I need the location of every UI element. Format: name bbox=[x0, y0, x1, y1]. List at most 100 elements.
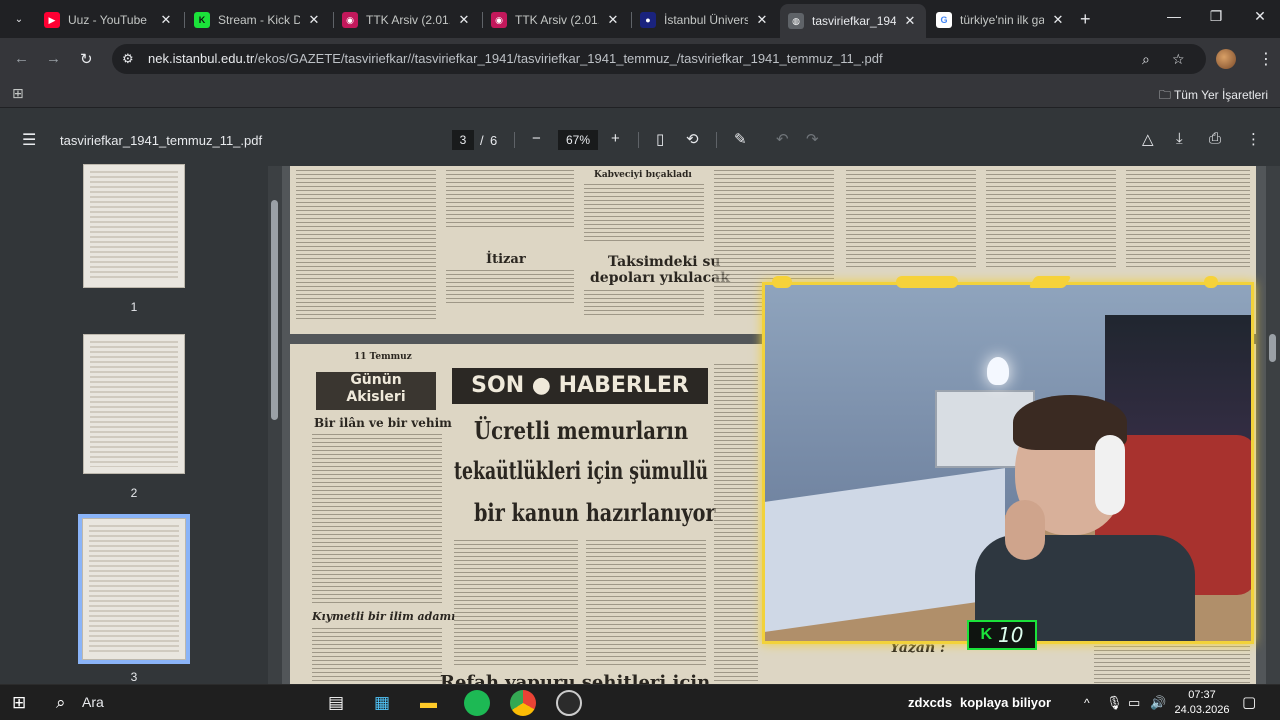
close-icon: ✕ bbox=[1254, 8, 1266, 24]
chevron-down-icon: ⌄ bbox=[14, 13, 24, 25]
tab-istanbul-universitesi[interactable]: ● İstanbul Üniversi ✕ bbox=[632, 6, 778, 34]
taskbar-search-label[interactable]: Ara bbox=[82, 694, 104, 710]
url-text[interactable]: nek.istanbul.edu.tr/ekos/GAZETE/tasvirie… bbox=[148, 51, 883, 66]
tab-youtube[interactable]: ▶ Uuz - YouTube ✕ bbox=[36, 6, 182, 34]
thumbnail-label: 2 bbox=[130, 486, 138, 500]
notifications-icon[interactable]: ▢ bbox=[1242, 693, 1256, 711]
windows-taskbar: ⊞ ⌕ Ara ▤ ▦ ▬ zdxcds koplaya biliyor ^ 🎙… bbox=[0, 684, 1280, 720]
annotate-button[interactable]: ✎ bbox=[734, 130, 747, 148]
fit-page-button[interactable]: ▯ bbox=[656, 130, 664, 148]
apps-grid-icon[interactable]: ⊞ bbox=[12, 85, 24, 102]
maximize-button[interactable]: ❐ bbox=[1206, 8, 1226, 25]
minimize-button[interactable]: — bbox=[1164, 8, 1184, 24]
zoom-in-button[interactable]: + bbox=[611, 130, 620, 147]
viewer-scrollbar[interactable] bbox=[1266, 166, 1280, 684]
url-host: nek.istanbul.edu.tr bbox=[148, 51, 255, 66]
print-button[interactable]: ⎙ bbox=[1209, 130, 1221, 147]
newspaper-headline: Kıymetli bir ilim adamı bbox=[312, 610, 456, 623]
newspaper-headline: Taksimdeki su bbox=[608, 254, 721, 270]
ttk-icon: ◉ bbox=[342, 12, 358, 28]
spotify-icon[interactable] bbox=[464, 690, 490, 716]
rotate-button[interactable]: ⟲ bbox=[686, 130, 699, 148]
menu-icon: ☰ bbox=[22, 132, 37, 149]
arrow-right-icon: → bbox=[46, 50, 61, 67]
tab-title: TTK Arsiv (2.01.0 bbox=[515, 13, 599, 27]
task-view-icon[interactable]: ▤ bbox=[328, 693, 344, 713]
zoom-out-button[interactable]: − bbox=[532, 130, 541, 147]
tab-title: TTK Arsiv (2.01.0 bbox=[366, 13, 450, 27]
redo-button[interactable]: ↷ bbox=[806, 130, 819, 148]
forward-button[interactable]: → bbox=[46, 50, 61, 67]
main-headline-line-3: bir kanun hazırlanıyor bbox=[474, 498, 716, 527]
kick-icon: K bbox=[194, 12, 210, 28]
viewer-scrollbar-thumb[interactable] bbox=[1269, 334, 1276, 362]
tab-turkiye-ilk-gazete[interactable]: G türkiye'nin ilk ga ✕ bbox=[928, 6, 1074, 34]
main-headline-line-1: Ücretli memurların bbox=[474, 416, 689, 445]
close-icon[interactable]: ✕ bbox=[158, 12, 174, 28]
close-icon[interactable]: ✕ bbox=[1050, 12, 1066, 28]
page-total: 6 bbox=[490, 133, 498, 148]
search-icon[interactable]: ⌕ bbox=[56, 693, 66, 713]
sidebar-scrollbar-thumb[interactable] bbox=[271, 200, 278, 420]
tab-ttk-arsiv-1[interactable]: ◉ TTK Arsiv (2.01.0 ✕ bbox=[334, 6, 480, 34]
overlay-decoration bbox=[772, 276, 792, 288]
clock-date: 24.03.2026 bbox=[1174, 704, 1230, 716]
chrome-icon[interactable] bbox=[510, 690, 536, 716]
bookmark-star-icon[interactable]: ☆ bbox=[1172, 51, 1185, 68]
newspaper-headline: depoları yıkılacak bbox=[590, 270, 730, 286]
close-icon[interactable]: ✕ bbox=[456, 12, 472, 28]
undo-button[interactable]: ↶ bbox=[776, 130, 789, 148]
close-icon[interactable]: ✕ bbox=[902, 13, 918, 29]
minimize-icon: — bbox=[1167, 8, 1181, 24]
zoom-input[interactable]: 67% bbox=[558, 130, 598, 150]
page-thumbnail-2[interactable] bbox=[83, 334, 185, 474]
son-haberler-banner: SON ● HABERLER bbox=[452, 368, 708, 404]
all-bookmarks-button[interactable]: 🗀 Tüm Yer İşaretleri bbox=[1159, 86, 1268, 107]
webcam-overlay bbox=[762, 282, 1254, 644]
drive-icon: △ bbox=[1142, 131, 1154, 148]
tab-tasviriefkar[interactable]: ◍ tasviriefkar_1941 ✕ bbox=[780, 4, 926, 38]
overlay-decoration bbox=[1204, 276, 1218, 288]
file-explorer-icon[interactable]: ▬ bbox=[420, 693, 437, 713]
close-window-button[interactable]: ✕ bbox=[1250, 8, 1270, 25]
close-icon[interactable]: ✕ bbox=[605, 12, 621, 28]
taskbar-clock[interactable]: 07:37 24.03.2026 bbox=[1172, 688, 1232, 718]
newspaper-headline: İtizar bbox=[486, 252, 526, 267]
address-bar[interactable]: ⚙ nek.istanbul.edu.tr/ekos/GAZETE/tasvir… bbox=[112, 44, 1206, 74]
reload-button[interactable]: ↻ bbox=[80, 50, 93, 68]
zoom-icon[interactable]: ⌕ bbox=[1142, 51, 1150, 68]
pdf-more-button[interactable]: ⋮ bbox=[1246, 130, 1261, 148]
show-hidden-icons-button[interactable]: ^ bbox=[1084, 696, 1090, 710]
site-info-icon[interactable]: ⚙ bbox=[122, 51, 134, 67]
tray-status-text: koplaya biliyor bbox=[960, 695, 1052, 710]
new-tab-button[interactable]: + bbox=[1080, 9, 1091, 30]
microphone-icon[interactable]: 🎙 bbox=[1106, 695, 1123, 711]
download-button[interactable]: ⤓ bbox=[1176, 130, 1183, 147]
profile-avatar[interactable] bbox=[1216, 49, 1236, 69]
column-subtitle: Akisleri bbox=[346, 389, 406, 405]
drive-save-button[interactable]: △ bbox=[1142, 130, 1154, 148]
control-panel-icon[interactable]: ▦ bbox=[374, 693, 390, 713]
browser-menu-button[interactable]: ⋮ bbox=[1258, 49, 1274, 69]
tab-kick[interactable]: K Stream - Kick Da ✕ bbox=[186, 6, 330, 34]
close-icon[interactable]: ✕ bbox=[754, 12, 770, 28]
back-button[interactable]: ← bbox=[14, 50, 29, 67]
volume-icon[interactable]: 🔊 bbox=[1150, 695, 1166, 711]
start-button[interactable]: ⊞ bbox=[12, 693, 26, 713]
all-bookmarks-label: Tüm Yer İşaretleri bbox=[1173, 88, 1268, 102]
page-thumbnail-1[interactable] bbox=[83, 164, 185, 288]
close-icon[interactable]: ✕ bbox=[306, 12, 322, 28]
page-thumbnail-3[interactable] bbox=[78, 514, 190, 664]
sidebar-toggle-button[interactable]: ☰ bbox=[22, 130, 36, 150]
windows-icon: ⊞ bbox=[12, 693, 27, 712]
undo-icon: ↶ bbox=[776, 131, 789, 148]
fit-page-icon: ▯ bbox=[656, 131, 665, 148]
page-number-input[interactable]: 3 bbox=[452, 130, 474, 150]
overlay-decoration bbox=[1028, 276, 1072, 288]
streamer bbox=[975, 395, 1195, 641]
tab-ttk-arsiv-2[interactable]: ◉ TTK Arsiv (2.01.0 ✕ bbox=[483, 6, 629, 34]
obs-icon[interactable] bbox=[556, 690, 582, 716]
network-icon[interactable]: ▭ bbox=[1128, 695, 1140, 711]
tab-search-button[interactable]: ⌄ bbox=[8, 8, 30, 30]
university-icon: ● bbox=[640, 12, 656, 28]
